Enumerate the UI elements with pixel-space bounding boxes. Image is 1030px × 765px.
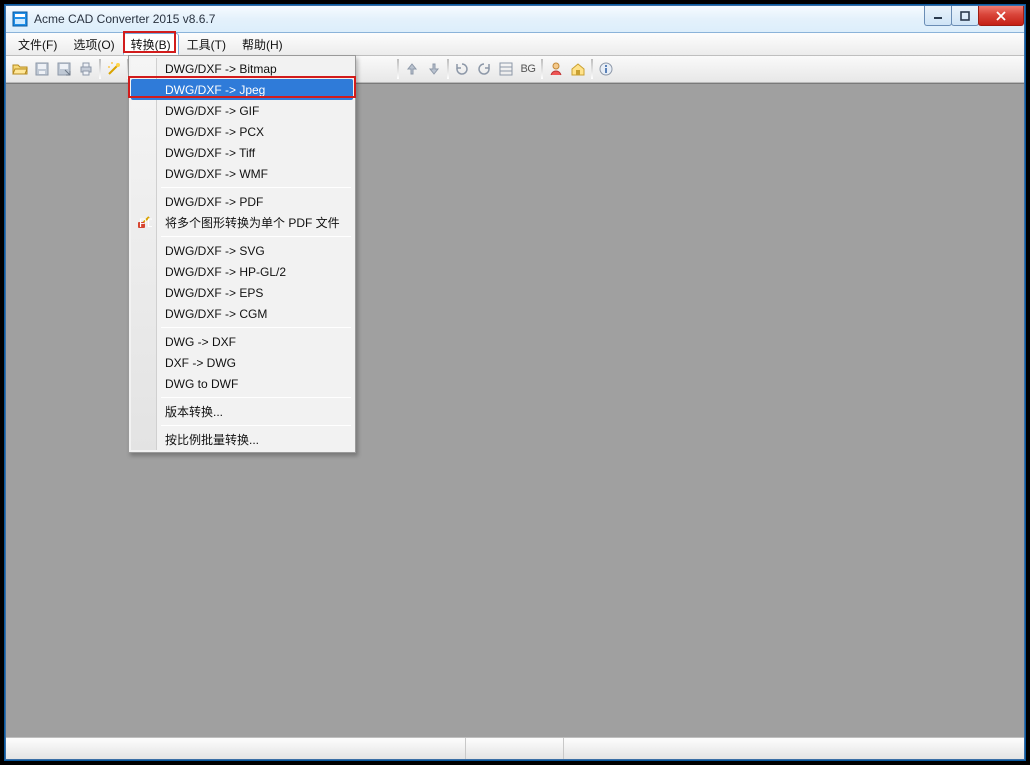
user-icon[interactable] [545,58,567,80]
convert-menu-dropdown: DWG/DXF -> Bitmap DWG/DXF -> Jpeg DWG/DXF … [128,55,356,453]
menu-separator [161,236,351,237]
print-icon[interactable] [75,58,97,80]
menu-item[interactable]: DWG/DXF -> PCX [131,121,353,142]
status-segment [6,738,466,759]
menu-item[interactable]: DWG/DXF -> Jpeg [131,79,353,100]
save-as-icon[interactable] [53,58,75,80]
menu-item[interactable]: DWG/DXF -> CGM [131,303,353,324]
menu-item-label: DWG/DXF -> PDF [165,195,263,209]
convert-wizard-icon[interactable] [103,58,125,80]
menu-item[interactable]: PDF 将多个图形转换为单个 PDF 文件 [131,212,353,233]
menu-help[interactable]: 帮助(H) [234,33,291,55]
menu-tools[interactable]: 工具(T) [179,33,234,55]
menu-item[interactable]: 按比例批量转换... [131,429,353,450]
menu-item[interactable]: 版本转换... [131,401,353,422]
menu-item[interactable]: DXF -> DWG [131,352,353,373]
toolbar-separator [447,59,449,79]
menubar: 文件(F) 选项(O) 转换(B) 工具(T) 帮助(H) [6,33,1024,56]
menu-item-label: DWG/DXF -> Jpeg [165,83,265,97]
svg-text:PDF: PDF [139,216,152,230]
menu-item-label: 版本转换... [165,403,223,420]
menu-item-label: DXF -> DWG [165,356,236,370]
menu-item-label: DWG/DXF -> WMF [165,167,268,181]
nav-down-icon[interactable] [423,58,445,80]
menu-item[interactable]: DWG/DXF -> SVG [131,240,353,261]
maximize-button[interactable] [951,6,979,26]
menu-options[interactable]: 选项(O) [65,33,122,55]
menu-item-label: DWG/DXF -> Tiff [165,146,255,160]
save-icon[interactable] [31,58,53,80]
menu-separator [161,327,351,328]
toolbar-separator [99,59,101,79]
menu-convert[interactable]: 转换(B) [123,33,179,55]
open-file-icon[interactable] [9,58,31,80]
menu-item[interactable]: DWG to DWF [131,373,353,394]
rotate-icon[interactable] [451,58,473,80]
menu-item-label: DWG/DXF -> HP-GL/2 [165,265,286,279]
menu-item[interactable]: DWG/DXF -> GIF [131,100,353,121]
bg-toggle[interactable]: BG [517,58,539,80]
menu-item-label: DWG/DXF -> SVG [165,244,265,258]
bg-label: BG [521,63,536,75]
menu-item-label: 将多个图形转换为单个 PDF 文件 [165,214,340,231]
menu-item[interactable]: DWG/DXF -> WMF [131,163,353,184]
menu-item[interactable]: DWG/DXF -> PDF [131,191,353,212]
titlebar[interactable]: Acme CAD Converter 2015 v8.6.7 [6,6,1024,33]
window-title: Acme CAD Converter 2015 v8.6.7 [34,12,919,26]
menu-item[interactable]: DWG -> DXF [131,331,353,352]
toolbar-separator [397,59,399,79]
menu-separator [161,187,351,188]
close-button[interactable] [978,6,1024,26]
menu-item-label: DWG/DXF -> EPS [165,286,263,300]
statusbar [6,737,1024,759]
menu-item-label: DWG to DWF [165,377,238,391]
menu-item-label: DWG -> DXF [165,335,236,349]
toolbar-separator [591,59,593,79]
menu-item-label: DWG/DXF -> GIF [165,104,259,118]
toolbar-separator [541,59,543,79]
menu-separator [161,425,351,426]
menu-item-label: DWG/DXF -> Bitmap [165,62,277,76]
menu-separator [161,397,351,398]
rotate-ccw-icon[interactable] [473,58,495,80]
layers-icon[interactable] [495,58,517,80]
menu-item[interactable]: DWG/DXF -> Bitmap [131,58,353,79]
status-segment [466,738,564,759]
pdf-icon: PDF [136,214,152,230]
app-icon [12,11,28,27]
menu-item[interactable]: DWG/DXF -> EPS [131,282,353,303]
menu-file[interactable]: 文件(F) [10,33,65,55]
menu-item-label: DWG/DXF -> CGM [165,307,267,321]
home-icon[interactable] [567,58,589,80]
minimize-button[interactable] [924,6,952,26]
window-controls [925,6,1024,26]
menu-item-label: 按比例批量转换... [165,431,259,448]
menu-item[interactable]: DWG/DXF -> HP-GL/2 [131,261,353,282]
menu-item[interactable]: DWG/DXF -> Tiff [131,142,353,163]
menu-item-label: DWG/DXF -> PCX [165,125,264,139]
nav-up-icon[interactable] [401,58,423,80]
info-icon[interactable] [595,58,617,80]
